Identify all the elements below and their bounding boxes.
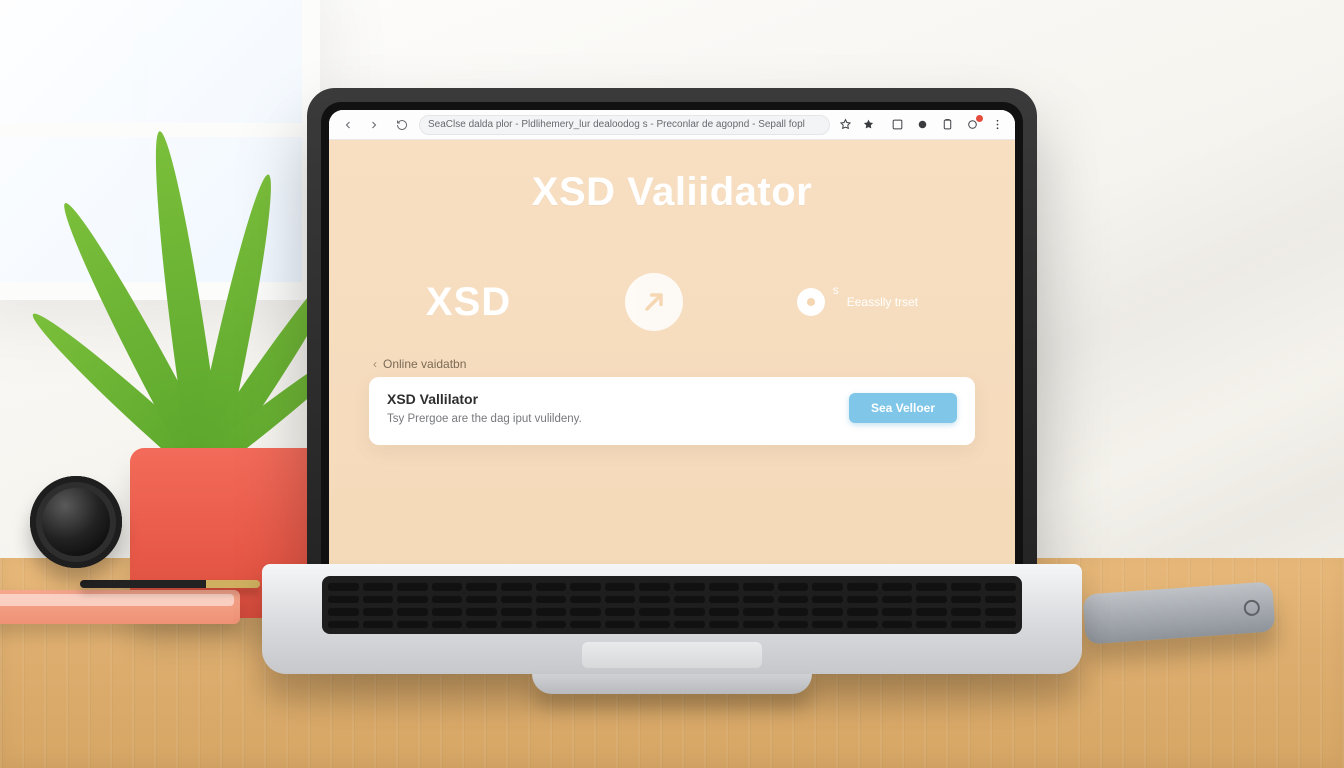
chevron-left-icon: ‹	[373, 357, 377, 371]
breadcrumb[interactable]: ‹ Online vaidatbn	[373, 357, 466, 371]
address-bar-text: SeaClse dalda plor - Pldlihemery_lur dea…	[428, 119, 805, 130]
page-title: XSD Valiidator	[532, 170, 812, 215]
validator-card: XSD Vallilator Tsy Prergoe are the dag i…	[369, 377, 975, 445]
forward-button[interactable]	[365, 116, 383, 134]
laptop-trackpad	[582, 642, 762, 668]
feature-sup: s	[833, 283, 839, 297]
feature-arrow	[625, 273, 683, 331]
clipboard-icon[interactable]	[940, 117, 955, 132]
feature-row: XSD s Eeasslly trset	[369, 273, 975, 331]
profile-icon[interactable]	[915, 117, 930, 132]
card-title: XSD Vallilator	[387, 391, 833, 407]
feature-xsd: XSD	[426, 280, 511, 325]
pin-icon	[797, 288, 825, 316]
arrow-up-icon	[625, 273, 683, 331]
kebab-menu-icon[interactable]	[990, 117, 1005, 132]
pen	[80, 580, 260, 588]
page-content: XSD Valiidator XSD s	[329, 140, 1015, 588]
feature-caption: Eeasslly trset	[847, 295, 918, 309]
card-subtitle: Tsy Prergoe are the dag iput vulildeny.	[387, 413, 833, 425]
back-button[interactable]	[339, 116, 357, 134]
notebook	[0, 590, 240, 624]
bookmark-icon[interactable]	[861, 117, 876, 132]
camera-lens	[30, 476, 122, 568]
refresh-button[interactable]	[393, 116, 411, 134]
laptop-screen: SeaClse dalda plor - Pldlihemery_lur dea…	[329, 110, 1015, 588]
star-icon[interactable]	[838, 117, 853, 132]
laptop-keyboard	[322, 576, 1022, 634]
validate-button[interactable]: Sea Velloer	[849, 393, 957, 423]
feature-easy: s Eeasslly trset	[797, 288, 918, 316]
laptop: SeaClse dalda plor - Pldlihemery_lur dea…	[262, 88, 1082, 738]
feature-xsd-label: XSD	[426, 280, 511, 325]
extensions-icon[interactable]	[890, 117, 905, 132]
breadcrumb-label: Online vaidatbn	[383, 357, 466, 371]
notifications-icon[interactable]	[965, 117, 980, 132]
browser-chrome: SeaClse dalda plor - Pldlihemery_lur dea…	[329, 110, 1015, 140]
address-bar[interactable]: SeaClse dalda plor - Pldlihemery_lur dea…	[419, 115, 830, 135]
